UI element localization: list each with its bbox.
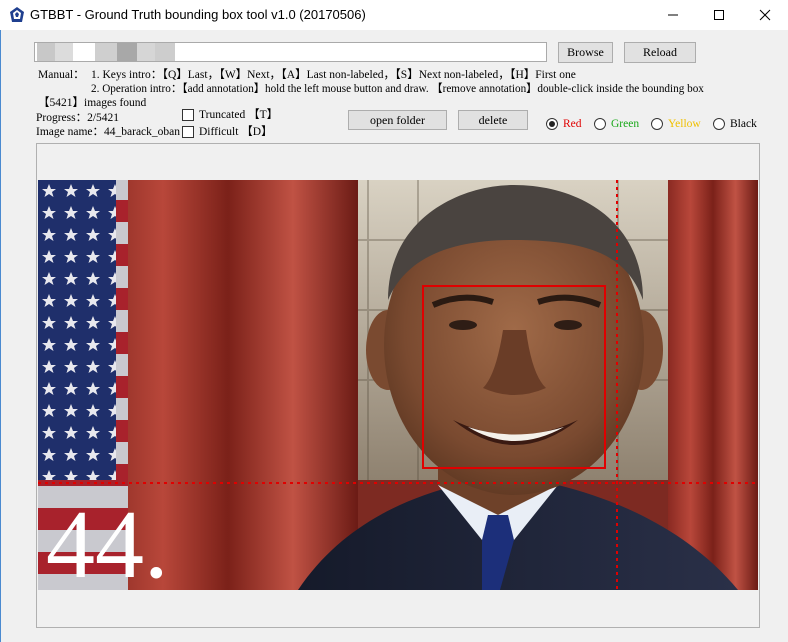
portrait-photo: 44. (38, 180, 758, 590)
color-radio-red[interactable] (546, 118, 558, 130)
title-bar: GTBBT - Ground Truth bounding box tool v… (0, 0, 788, 30)
keys-intro: 1. Keys intro：【Q】Last，【W】Next，【A】Last no… (91, 69, 576, 81)
redacted-path-block (95, 43, 117, 61)
color-label-red: Red (563, 118, 582, 130)
redacted-path-block (55, 43, 73, 61)
operation-intro: 2. Operation intro：【add annotation】hold … (91, 83, 704, 95)
reload-button[interactable]: Reload (624, 42, 696, 63)
truncated-checkbox[interactable] (182, 109, 194, 121)
window-title: GTBBT - Ground Truth bounding box tool v… (30, 7, 366, 22)
color-radio-green[interactable] (594, 118, 606, 130)
overlay-text: 44. (46, 491, 169, 590)
color-radio-yellow[interactable] (651, 118, 663, 130)
browse-button[interactable]: Browse (558, 42, 613, 63)
app-icon (10, 7, 24, 22)
redacted-path-block (37, 43, 55, 61)
color-radio-black[interactable] (713, 118, 725, 130)
annotated-image[interactable]: 44. (38, 180, 758, 590)
delete-button[interactable]: delete (458, 110, 528, 130)
progress-text: Progress：2/5421 (36, 112, 120, 124)
color-label-yellow: Yellow (668, 118, 701, 130)
color-label-black: Black (730, 118, 757, 130)
close-button[interactable] (742, 0, 788, 30)
maximize-icon (714, 10, 724, 20)
redacted-path-block (155, 43, 175, 61)
redacted-path-block (137, 43, 155, 61)
truncated-label: Truncated 【T】 (199, 109, 279, 121)
color-label-green: Green (611, 118, 640, 130)
difficult-label: Difficult 【D】 (199, 126, 273, 138)
images-found-text: 【5421】images found (38, 97, 147, 109)
close-icon (759, 9, 771, 21)
minimize-button[interactable] (650, 0, 696, 30)
difficult-checkbox[interactable] (182, 126, 194, 138)
folder-path-field[interactable] (34, 42, 547, 62)
open-folder-button[interactable]: open folder (348, 110, 447, 130)
image-name-text: Image name：44_barack_oban (36, 126, 181, 138)
manual-label: Manual： (38, 69, 85, 81)
minimize-icon (668, 14, 678, 16)
maximize-button[interactable] (696, 0, 742, 30)
window-left-edge (0, 30, 1, 642)
redacted-path-block (117, 43, 137, 61)
